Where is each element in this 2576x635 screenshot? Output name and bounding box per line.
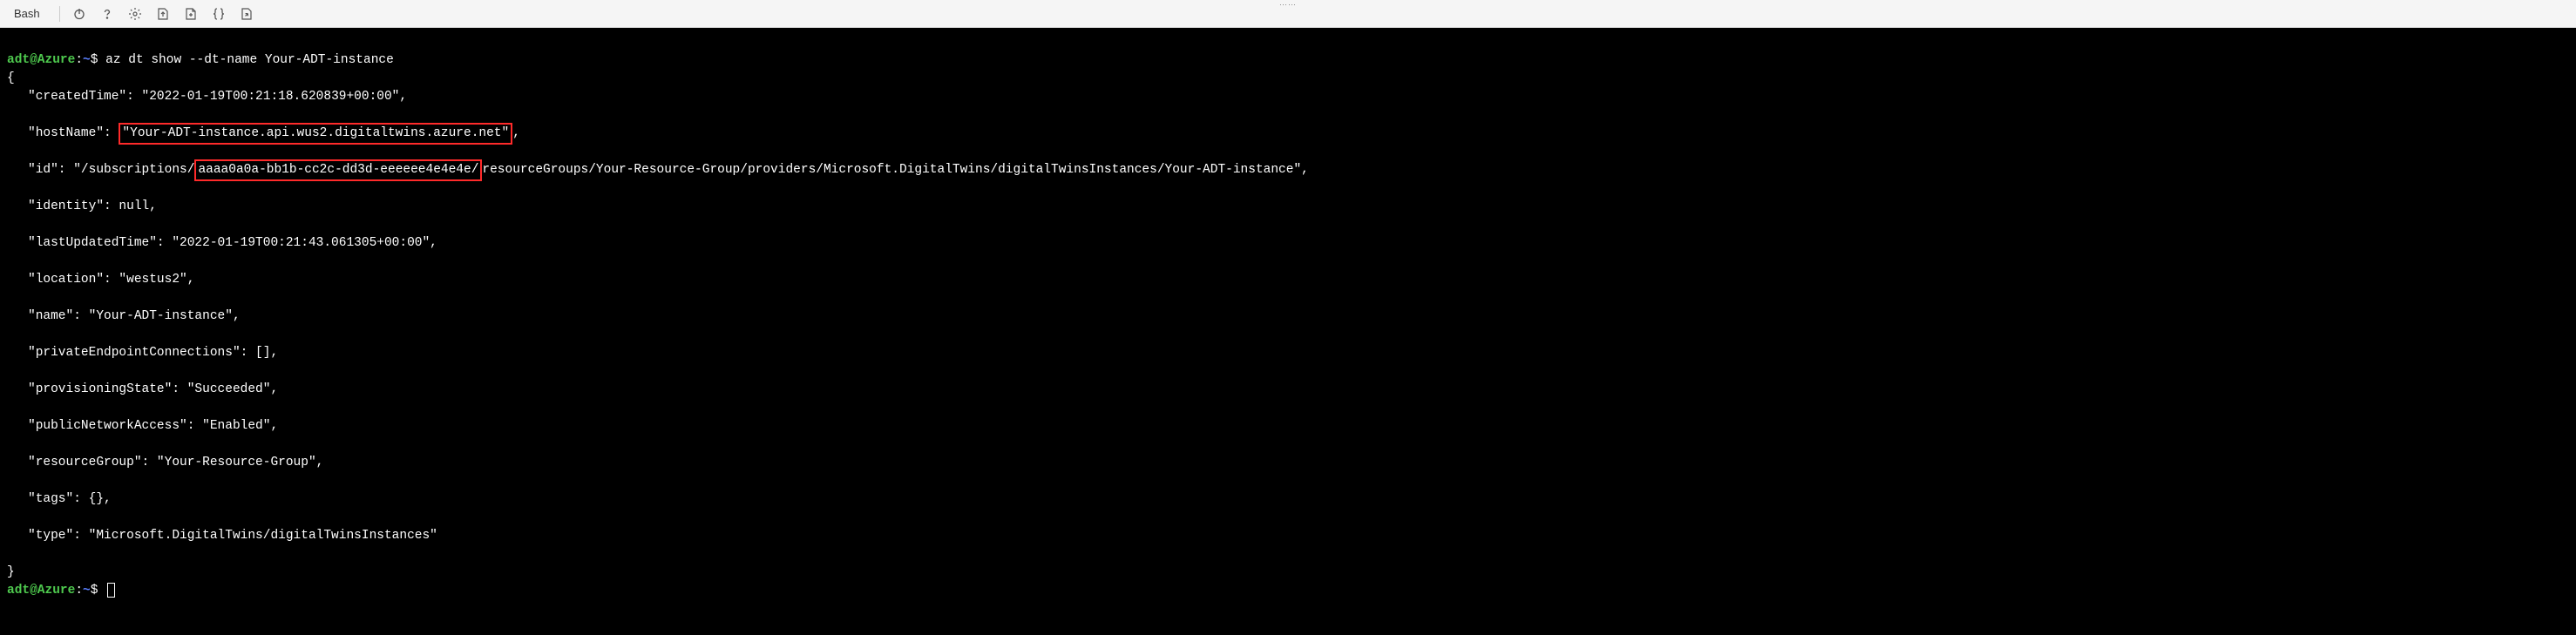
shell-selector[interactable]: Bash — [7, 5, 52, 22]
prompt-dollar: $ — [91, 53, 98, 67]
export-file-icon[interactable] — [234, 2, 259, 26]
gear-icon[interactable] — [123, 2, 147, 26]
toolbar: ⋯⋯ Bash — [0, 0, 2576, 28]
json-line: "id": "/subscriptions/aaaa0a0a-bb1b-cc2c… — [7, 161, 2569, 179]
braces-icon[interactable] — [207, 2, 231, 26]
shell-label: Bash — [14, 7, 40, 20]
json-line: "identity": null, — [7, 198, 2569, 216]
json-line: "createdTime": "2022-01-19T00:21:18.6208… — [7, 88, 2569, 106]
cursor — [107, 583, 115, 598]
subscription-highlight: aaaa0a0a-bb1b-cc2c-dd3d-eeeeee4e4e4e/ — [194, 159, 482, 181]
json-line: "provisioningState": "Succeeded", — [7, 381, 2569, 399]
json-open: { — [7, 71, 15, 85]
json-line: "resourceGroup": "Your-Resource-Group", — [7, 454, 2569, 472]
prompt-path: ~ — [83, 53, 91, 67]
divider — [59, 6, 60, 22]
json-close: } — [7, 565, 15, 579]
json-line: "tags": {}, — [7, 490, 2569, 509]
prompt-path: ~ — [83, 584, 91, 598]
json-line: "type": "Microsoft.DigitalTwins/digitalT… — [7, 527, 2569, 545]
new-file-icon[interactable] — [179, 2, 203, 26]
json-line: "hostName": "Your-ADT-instance.api.wus2.… — [7, 125, 2569, 143]
prompt-dollar: $ — [91, 584, 98, 598]
terminal[interactable]: adt@Azure:~$ az dt show --dt-name Your-A… — [0, 28, 2576, 605]
power-icon[interactable] — [67, 2, 92, 26]
json-line: "name": "Your-ADT-instance", — [7, 307, 2569, 326]
prompt-user: adt@Azure — [7, 53, 75, 67]
json-line: "lastUpdatedTime": "2022-01-19T00:21:43.… — [7, 234, 2569, 253]
help-icon[interactable] — [95, 2, 119, 26]
drag-handle[interactable]: ⋯⋯ — [1279, 0, 1297, 10]
prompt-user: adt@Azure — [7, 584, 75, 598]
json-line: "privateEndpointConnections": [], — [7, 344, 2569, 362]
upload-file-icon[interactable] — [151, 2, 175, 26]
hostname-highlight: "Your-ADT-instance.api.wus2.digitaltwins… — [119, 123, 512, 145]
json-line: "publicNetworkAccess": "Enabled", — [7, 417, 2569, 436]
json-line: "location": "westus2", — [7, 271, 2569, 289]
command-text: az dt show --dt-name Your-ADT-instance — [105, 53, 394, 67]
